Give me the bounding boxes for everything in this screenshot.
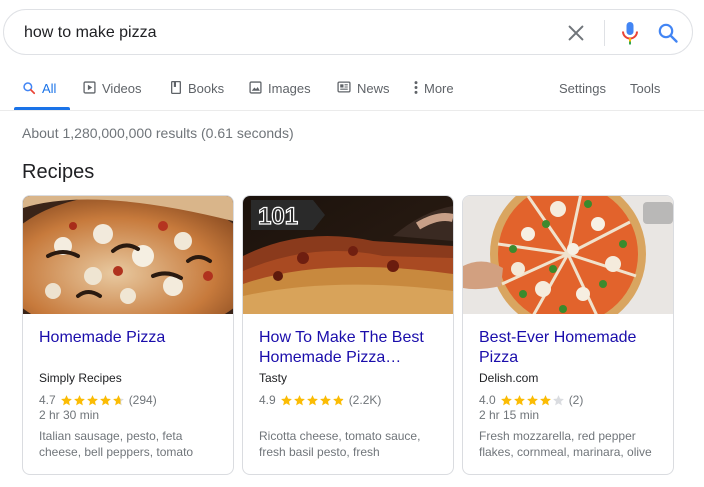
rating-value: 4.0 bbox=[479, 393, 496, 407]
recipe-ingredients: Ricotta cheese, tomato sauce, fresh basi… bbox=[259, 429, 421, 459]
tools-link[interactable]: Tools bbox=[630, 70, 660, 110]
microphone-icon[interactable] bbox=[618, 20, 642, 46]
tab-news[interactable]: News bbox=[337, 70, 390, 110]
star-icon bbox=[60, 394, 72, 405]
recipe-source: Tasty bbox=[259, 371, 288, 385]
star-icon bbox=[526, 394, 538, 405]
tools-label: Tools bbox=[630, 81, 661, 96]
recipe-source: Delish.com bbox=[479, 371, 539, 385]
recipes-heading: Recipes bbox=[22, 161, 95, 183]
video-badge: 101 bbox=[258, 203, 298, 230]
tab-label: Images bbox=[268, 81, 311, 96]
rating-value: 4.7 bbox=[39, 393, 56, 407]
search-icon[interactable] bbox=[656, 21, 680, 45]
star-icon bbox=[99, 394, 111, 405]
tab-label: All bbox=[42, 81, 57, 96]
tab-label: News bbox=[357, 81, 390, 96]
star-icon bbox=[552, 394, 564, 405]
search-input[interactable] bbox=[24, 22, 544, 44]
settings-label: Settings bbox=[559, 81, 606, 96]
more-vert-icon bbox=[414, 81, 418, 94]
search-divider bbox=[604, 20, 605, 46]
recipe-rating: 4.7 (294) bbox=[39, 393, 157, 407]
news-icon bbox=[337, 81, 351, 93]
star-icon bbox=[319, 394, 331, 405]
tab-label: More bbox=[424, 81, 454, 96]
result-stats: About 1,280,000,000 results (0.61 second… bbox=[22, 125, 294, 141]
star-icon bbox=[500, 394, 512, 405]
review-count: (294) bbox=[128, 393, 157, 407]
star-icon bbox=[73, 394, 85, 405]
star-icon bbox=[112, 394, 124, 405]
star-rating bbox=[60, 394, 125, 407]
search-icon bbox=[23, 82, 36, 95]
star-icon bbox=[539, 394, 551, 405]
recipe-time: 2 hr 15 min bbox=[479, 408, 540, 422]
recipe-time: 2 hr 30 min bbox=[39, 408, 100, 422]
active-tab-indicator bbox=[14, 107, 70, 110]
star-icon bbox=[513, 394, 525, 405]
recipe-card[interactable]: 101 How To Make The Best Homemade Pizza…… bbox=[242, 195, 454, 475]
recipe-source: Simply Recipes bbox=[39, 371, 122, 385]
image-icon bbox=[249, 81, 262, 94]
rating-value: 4.9 bbox=[259, 393, 276, 407]
star-rating bbox=[280, 394, 345, 407]
star-icon bbox=[293, 394, 305, 405]
search-box[interactable] bbox=[3, 9, 693, 55]
tab-label: Videos bbox=[102, 81, 142, 96]
star-icon bbox=[306, 394, 318, 405]
tab-all[interactable]: All bbox=[22, 70, 56, 110]
recipe-image[interactable] bbox=[23, 196, 233, 314]
star-icon bbox=[86, 394, 98, 405]
recipe-title[interactable]: Homemade Pizza bbox=[39, 328, 224, 348]
recipe-title[interactable]: Best-Ever Homemade Pizza bbox=[479, 328, 664, 368]
recipe-ingredients: Italian sausage, pesto, feta cheese, bel… bbox=[39, 429, 194, 459]
star-icon bbox=[332, 394, 344, 405]
tab-label: Books bbox=[188, 81, 225, 96]
video-icon bbox=[83, 81, 96, 94]
tab-images[interactable]: Images bbox=[249, 70, 311, 110]
tab-books[interactable]: Books bbox=[170, 70, 224, 110]
search-tabs: All Videos Books Images News More Settin… bbox=[0, 70, 704, 111]
clear-icon[interactable] bbox=[565, 22, 587, 44]
recipe-card[interactable]: Best-Ever Homemade Pizza Delish.com 4.0 … bbox=[462, 195, 674, 475]
settings-link[interactable]: Settings bbox=[559, 70, 606, 110]
recipe-rating: 4.9 (2.2K) bbox=[259, 393, 381, 407]
star-icon bbox=[280, 394, 292, 405]
recipe-image[interactable] bbox=[463, 196, 673, 314]
tab-videos[interactable]: Videos bbox=[83, 70, 142, 110]
recipe-rating: 4.0 (2) bbox=[479, 393, 583, 407]
recipe-title[interactable]: How To Make The Best Homemade Pizza… bbox=[259, 328, 444, 368]
book-icon bbox=[171, 81, 181, 94]
recipe-image[interactable]: 101 bbox=[243, 196, 453, 314]
recipe-ingredients: Fresh mozzarella, red pepper flakes, cor… bbox=[479, 429, 652, 459]
review-count: (2) bbox=[568, 393, 584, 407]
review-count: (2.2K) bbox=[348, 393, 382, 407]
star-rating bbox=[500, 394, 565, 407]
tab-more[interactable]: More bbox=[414, 70, 454, 110]
recipe-card[interactable]: Homemade Pizza Simply Recipes 4.7 (294) … bbox=[22, 195, 234, 475]
